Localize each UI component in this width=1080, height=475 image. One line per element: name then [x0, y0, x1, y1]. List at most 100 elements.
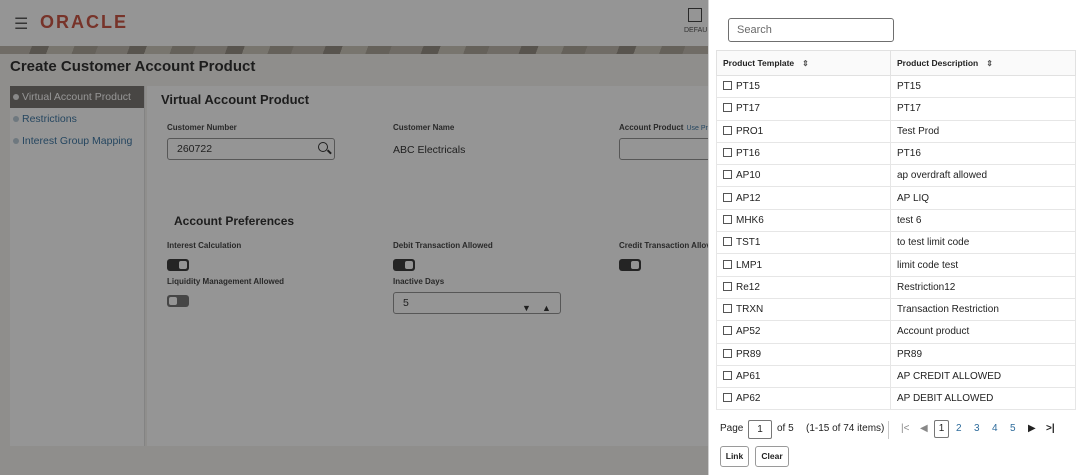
- template-value: PR89: [736, 348, 762, 360]
- last-page-icon[interactable]: >|: [1046, 423, 1055, 434]
- template-cell[interactable]: Re12: [716, 275, 891, 299]
- table-row[interactable]: AP12 AP LIQ: [716, 186, 1076, 210]
- checkbox[interactable]: [723, 371, 732, 380]
- table-row[interactable]: TST1 to test limit code: [716, 231, 1076, 255]
- product-table: Product Template ⇕ Product Description ⇕ P…: [716, 50, 1076, 411]
- table-row[interactable]: PT15 PT15: [716, 74, 1076, 99]
- template-value: Re12: [736, 281, 760, 293]
- table-row[interactable]: AP10 ap overdraft allowed: [716, 164, 1076, 188]
- clear-button[interactable]: Clear: [755, 446, 789, 467]
- page-button-2[interactable]: 2: [956, 423, 962, 434]
- checkbox[interactable]: [723, 125, 732, 135]
- checkbox[interactable]: [723, 237, 732, 247]
- checkbox[interactable]: [723, 81, 732, 91]
- template-value: AP10: [736, 170, 761, 182]
- product-lov-panel: Product Template ⇕ Product Description ⇕ P…: [708, 0, 1080, 475]
- description-cell: to test limit code: [890, 231, 1076, 255]
- table-row[interactable]: AP61 AP CREDIT ALLOWED: [716, 364, 1076, 389]
- table-row[interactable]: MHK6 test 6: [716, 208, 1076, 233]
- table-row[interactable]: Re12 Restriction12: [716, 275, 1076, 299]
- template-cell[interactable]: PT15: [716, 74, 891, 99]
- page-button-3[interactable]: 3: [974, 423, 980, 434]
- table-header-row: Product Template ⇕ Product Description ⇕: [716, 50, 1076, 76]
- template-value: PT17: [736, 103, 760, 115]
- page-button-4[interactable]: 4: [992, 423, 998, 434]
- checkbox[interactable]: [723, 393, 732, 403]
- template-cell[interactable]: PR89: [716, 342, 891, 366]
- modal-overlay: [0, 0, 708, 475]
- checkbox[interactable]: [723, 214, 732, 224]
- template-value: LMP1: [736, 259, 763, 271]
- sort-icon[interactable]: ⇕: [802, 59, 809, 68]
- template-cell[interactable]: AP10: [716, 164, 891, 188]
- checkbox[interactable]: [723, 326, 732, 336]
- checkbox[interactable]: [723, 259, 732, 269]
- template-cell[interactable]: AP12: [716, 186, 891, 210]
- description-cell: test 6: [890, 208, 1076, 233]
- description-cell: Restriction12: [890, 275, 1076, 299]
- template-cell[interactable]: AP61: [716, 364, 891, 389]
- template-cell[interactable]: TRXN: [716, 297, 891, 322]
- column-header-label: Product Template: [723, 58, 795, 68]
- template-cell[interactable]: PT17: [716, 97, 891, 121]
- template-cell[interactable]: PRO1: [716, 119, 891, 143]
- table-row[interactable]: PRO1 Test Prod: [716, 119, 1076, 143]
- table-row[interactable]: PR89 PR89: [716, 342, 1076, 366]
- table-row[interactable]: AP62 AP DEBIT ALLOWED: [716, 387, 1076, 411]
- description-cell: PR89: [890, 342, 1076, 366]
- first-page-icon[interactable]: |<: [901, 423, 909, 434]
- table-row[interactable]: AP52 Account product: [716, 320, 1076, 344]
- table-row[interactable]: TRXN Transaction Restriction: [716, 297, 1076, 322]
- description-cell: Transaction Restriction: [890, 297, 1076, 322]
- template-value: PRO1: [736, 125, 764, 137]
- description-cell: AP LIQ: [890, 186, 1076, 210]
- column-header-product-description[interactable]: Product Description ⇕: [890, 50, 1076, 76]
- pagination: Page of 5 (1-15 of 74 items) |< ◀ 1 2 3 …: [720, 419, 1080, 441]
- page-button-5[interactable]: 5: [1010, 423, 1016, 434]
- description-cell: AP DEBIT ALLOWED: [890, 387, 1076, 411]
- next-page-icon[interactable]: ▶: [1028, 423, 1036, 434]
- page-number-input[interactable]: [748, 420, 772, 439]
- description-cell: AP CREDIT ALLOWED: [890, 364, 1076, 389]
- description-cell: Account product: [890, 320, 1076, 344]
- checkbox[interactable]: [723, 281, 732, 291]
- description-cell: ap overdraft allowed: [890, 164, 1076, 188]
- checkbox[interactable]: [723, 304, 732, 314]
- template-value: TRXN: [736, 304, 764, 316]
- template-value: AP12: [736, 192, 761, 204]
- link-button[interactable]: Link: [720, 446, 749, 467]
- template-cell[interactable]: AP52: [716, 320, 891, 344]
- table-row[interactable]: PT16 PT16: [716, 141, 1076, 166]
- previous-page-icon[interactable]: ◀: [920, 423, 928, 434]
- template-value: AP52: [736, 326, 761, 338]
- table-row[interactable]: PT17 PT17: [716, 97, 1076, 121]
- page-label: Page: [720, 423, 744, 434]
- checkbox[interactable]: [723, 348, 732, 358]
- page-button-1[interactable]: 1: [934, 420, 949, 438]
- checkbox[interactable]: [723, 148, 732, 158]
- template-value: MHK6: [736, 214, 764, 226]
- template-cell[interactable]: PT16: [716, 141, 891, 166]
- column-header-product-template[interactable]: Product Template ⇕: [716, 50, 891, 76]
- template-value: TST1: [736, 237, 761, 249]
- description-cell: limit code test: [890, 253, 1076, 277]
- search-input[interactable]: [728, 18, 894, 42]
- items-info-label: (1-15 of 74 items): [806, 423, 885, 434]
- description-cell: PT16: [890, 141, 1076, 166]
- column-header-label: Product Description: [897, 58, 979, 68]
- sort-icon[interactable]: ⇕: [986, 59, 993, 68]
- pager-divider: [888, 421, 889, 439]
- template-cell[interactable]: LMP1: [716, 253, 891, 277]
- template-cell[interactable]: MHK6: [716, 208, 891, 233]
- checkbox[interactable]: [723, 192, 732, 202]
- template-cell[interactable]: AP62: [716, 387, 891, 411]
- checkbox[interactable]: [723, 103, 732, 113]
- template-value: AP62: [736, 393, 761, 405]
- description-cell: PT17: [890, 97, 1076, 121]
- template-value: PT15: [736, 81, 760, 93]
- template-value: PT16: [736, 148, 760, 160]
- checkbox[interactable]: [723, 170, 732, 180]
- description-cell: PT15: [890, 74, 1076, 99]
- table-row[interactable]: LMP1 limit code test: [716, 253, 1076, 277]
- template-cell[interactable]: TST1: [716, 231, 891, 255]
